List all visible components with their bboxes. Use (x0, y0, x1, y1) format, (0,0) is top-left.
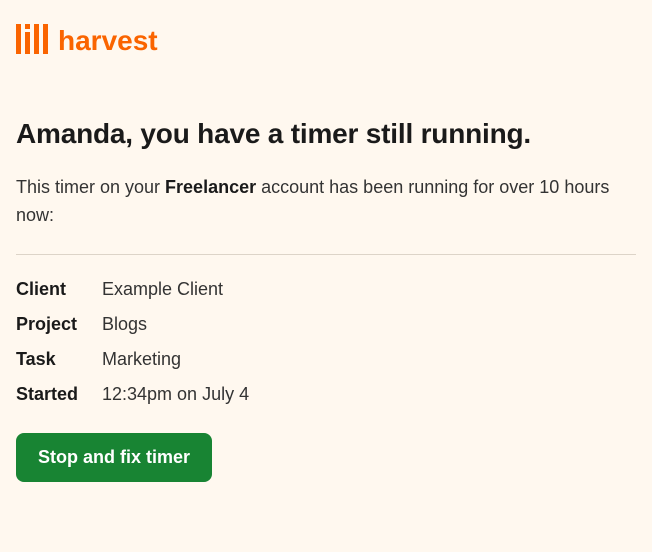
stop-fix-timer-button[interactable]: Stop and fix timer (16, 433, 212, 482)
account-name: Freelancer (165, 177, 256, 197)
client-value: Example Client (102, 279, 636, 300)
task-label: Task (16, 349, 102, 370)
started-label: Started (16, 384, 102, 405)
divider (16, 254, 636, 255)
brand-wordmark: harvest (58, 25, 158, 56)
timer-details: Client Example Client Project Blogs Task… (16, 279, 636, 405)
subtext: This timer on your Freelancer account ha… (16, 174, 636, 230)
client-label: Client (16, 279, 102, 300)
task-value: Marketing (102, 349, 636, 370)
subtext-prefix: This timer on your (16, 177, 165, 197)
page-title: Amanda, you have a timer still running. (16, 118, 636, 150)
harvest-logo-icon: harvest (16, 24, 186, 58)
project-value: Blogs (102, 314, 636, 335)
started-value: 12:34pm on July 4 (102, 384, 636, 405)
project-label: Project (16, 314, 102, 335)
brand-logo: harvest (16, 24, 636, 58)
